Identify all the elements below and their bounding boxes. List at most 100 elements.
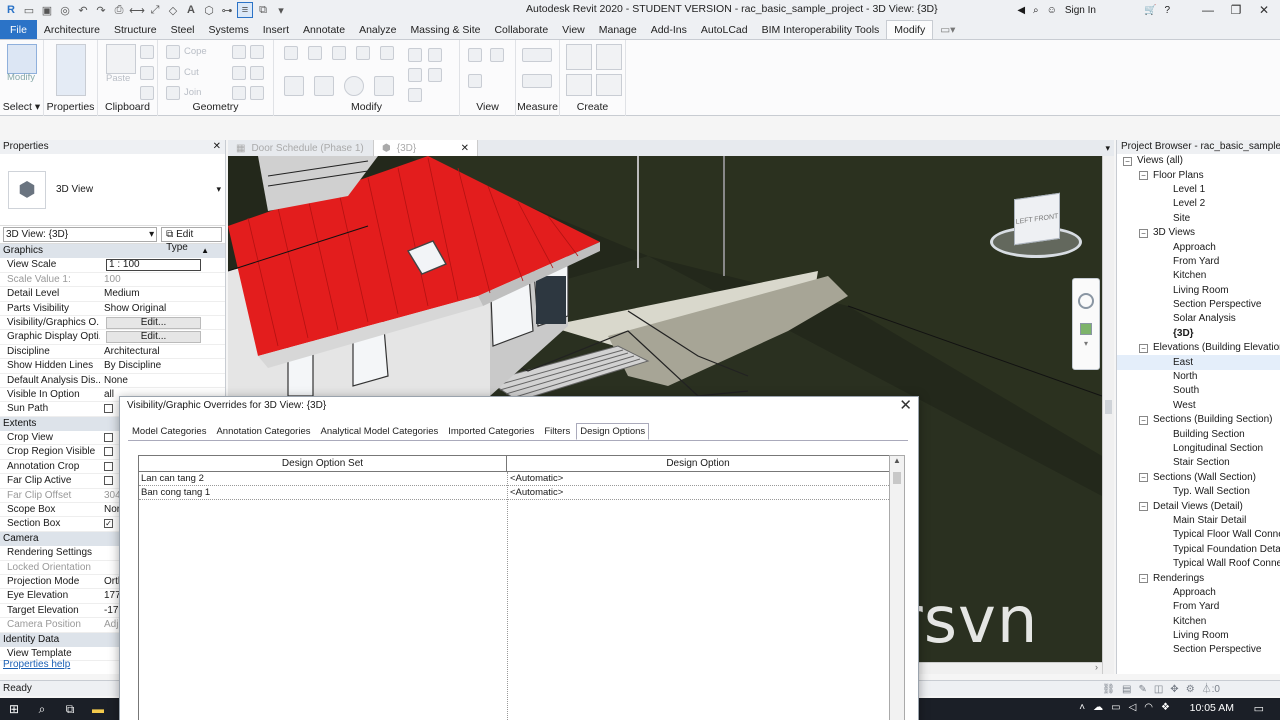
select-links-icon[interactable]: ⛓ (1102, 682, 1115, 697)
dialog-tab-annotation-categories[interactable]: Annotation Categories (212, 423, 314, 440)
properties-section-graphics[interactable]: Graphics ▲ (0, 244, 225, 259)
align-icon[interactable] (284, 46, 298, 60)
property-value[interactable]: By Discipline (100, 359, 225, 372)
tag-icon[interactable]: ◇ (165, 2, 181, 18)
cut-geometry-icon[interactable] (166, 66, 180, 80)
geo-tool-2-icon[interactable] (250, 45, 264, 59)
browser-item[interactable]: Kitchen (1117, 269, 1280, 283)
override-icon[interactable] (490, 48, 504, 62)
search-icon[interactable]: ⌕ (28, 698, 56, 720)
browser-item[interactable]: − Sections (Building Section) (1117, 413, 1280, 427)
view-tab[interactable]: ▦ Door Schedule (Phase 1) (228, 140, 374, 156)
browser-item[interactable]: Solar Analysis (1117, 312, 1280, 326)
collapse-toggle-icon[interactable]: − (1123, 156, 1132, 166)
close-icon[interactable]: ✕ (1254, 3, 1274, 17)
ribbon-tab-file[interactable]: File (0, 20, 37, 39)
undo-icon[interactable]: ↶ (75, 2, 91, 18)
match-icon[interactable] (140, 86, 154, 100)
user-icon[interactable]: ☺ (1047, 5, 1057, 16)
sign-in-link[interactable]: Sign In (1065, 5, 1096, 16)
geo-tool-5-icon[interactable] (232, 86, 246, 100)
collapse-icon[interactable]: ▲ (201, 244, 209, 258)
dimension-icon[interactable]: ⤢ (147, 2, 163, 18)
measure-icon[interactable]: ⟷ (129, 2, 145, 18)
property-value[interactable]: Medium (100, 287, 225, 300)
browser-item[interactable]: − Views (all) (1117, 154, 1280, 168)
view-3d-icon[interactable]: ⬡ (201, 2, 217, 18)
scale-icon[interactable] (428, 48, 442, 62)
geo-tool-1-icon[interactable] (232, 45, 246, 59)
browser-item[interactable]: − Detail Views (Detail) (1117, 499, 1280, 513)
property-value[interactable]: None (100, 374, 225, 387)
network-icon[interactable]: ▭ (1111, 702, 1120, 713)
browser-item[interactable]: Stair Section (1117, 456, 1280, 470)
ribbon-tab-autolcad[interactable]: AutoLCad (694, 20, 755, 39)
drag-elements-icon[interactable]: ✥ (1170, 682, 1178, 697)
grid-scroll-up-icon[interactable]: ▲ (890, 456, 904, 465)
close-tab-icon[interactable]: ✕ (461, 143, 469, 154)
unpin-icon[interactable] (428, 68, 442, 82)
array-icon[interactable] (408, 48, 422, 62)
dialog-tab-model-categories[interactable]: Model Categories (128, 423, 210, 440)
create-assembly-icon[interactable] (566, 44, 592, 70)
full-navigation-wheel-icon[interactable] (1078, 293, 1094, 309)
section-icon[interactable]: ⊶ (219, 2, 235, 18)
switch-windows-icon[interactable]: ⧉ (255, 2, 271, 18)
browser-item[interactable]: −3D Views (1117, 226, 1280, 240)
ribbon-tab-add-ins[interactable]: Add-Ins (644, 20, 694, 39)
background-process-icon[interactable]: ⚙ (1186, 682, 1195, 697)
browser-item[interactable]: Kitchen (1117, 615, 1280, 629)
collapse-toggle-icon[interactable]: − (1139, 228, 1148, 238)
collapse-toggle-icon[interactable]: − (1139, 415, 1148, 425)
scroll-right-icon[interactable]: › (1095, 662, 1098, 672)
browser-item[interactable]: South (1117, 384, 1280, 398)
browser-item[interactable]: Typical Floor Wall Connection (1117, 528, 1280, 542)
browser-item[interactable]: Section Perspective (1117, 298, 1280, 312)
ribbon-tab-structure[interactable]: Structure (107, 20, 164, 39)
ribbon-tab-manage[interactable]: Manage (592, 20, 644, 39)
taskbar-clock[interactable]: 10:05 AM (1190, 702, 1234, 714)
browser-item[interactable]: − Elevations (Building Elevation) (1117, 341, 1280, 355)
cart-icon[interactable]: 🛒 (1144, 5, 1156, 16)
search-arrow-icon[interactable]: ◀ (1017, 5, 1025, 16)
split-icon[interactable] (380, 46, 394, 60)
property-value[interactable]: 1 : 100 (100, 258, 225, 272)
vertical-scrollbar[interactable] (1102, 156, 1114, 674)
offset-icon[interactable] (308, 46, 322, 60)
viewcube-box[interactable]: LEFT FRONT (1014, 192, 1060, 246)
pin-icon[interactable] (408, 68, 422, 82)
redo-icon[interactable]: ↷ (93, 2, 109, 18)
close-properties-icon[interactable]: ✕ (213, 140, 221, 154)
ribbon-tab-steel[interactable]: Steel (164, 20, 202, 39)
column-header-option[interactable]: Design Option (507, 456, 889, 472)
geo-tool-6-icon[interactable] (250, 86, 264, 100)
notifications-icon[interactable]: ▭ (1254, 702, 1264, 715)
ribbon-tab-view[interactable]: View (555, 20, 592, 39)
select-underlay-icon[interactable]: ▤ (1122, 682, 1131, 697)
browser-item[interactable]: Approach (1117, 586, 1280, 600)
join-icon[interactable] (166, 86, 180, 100)
browser-item[interactable]: Section Perspective (1117, 643, 1280, 657)
browser-item[interactable]: From Yard (1117, 255, 1280, 269)
browser-item[interactable]: Typical Foundation Detail (1117, 543, 1280, 557)
paste-icon[interactable] (106, 44, 136, 74)
grid-scroll-thumb[interactable] (893, 472, 901, 484)
type-dropdown-icon[interactable]: ▾ (216, 184, 221, 195)
browser-item[interactable]: Living Room (1117, 629, 1280, 643)
checkbox[interactable] (104, 461, 113, 471)
trim-icon[interactable] (374, 76, 394, 96)
dialog-title-bar[interactable]: Visibility/Graphic Overrides for 3D View… (120, 397, 918, 417)
ribbon-tab-analyze[interactable]: Analyze (352, 20, 403, 39)
ribbon-tab-massing-site[interactable]: Massing & Site (403, 20, 487, 39)
help-icon[interactable]: ? (1164, 5, 1170, 16)
browser-item[interactable]: Living Room (1117, 284, 1280, 298)
grid-scrollbar[interactable]: ▲ (889, 455, 905, 720)
dropbox-icon[interactable]: ❖ (1161, 702, 1170, 713)
browser-item[interactable]: North (1117, 370, 1280, 384)
design-option-cell[interactable]: <Automatic> (508, 486, 563, 500)
column-header-set[interactable]: Design Option Set (139, 456, 507, 472)
linework-icon[interactable] (468, 74, 482, 88)
restore-icon[interactable]: ❐ (1226, 3, 1246, 17)
revit-logo-icon[interactable]: R (3, 2, 19, 18)
browser-item[interactable]: Typ. Wall Section (1117, 485, 1280, 499)
